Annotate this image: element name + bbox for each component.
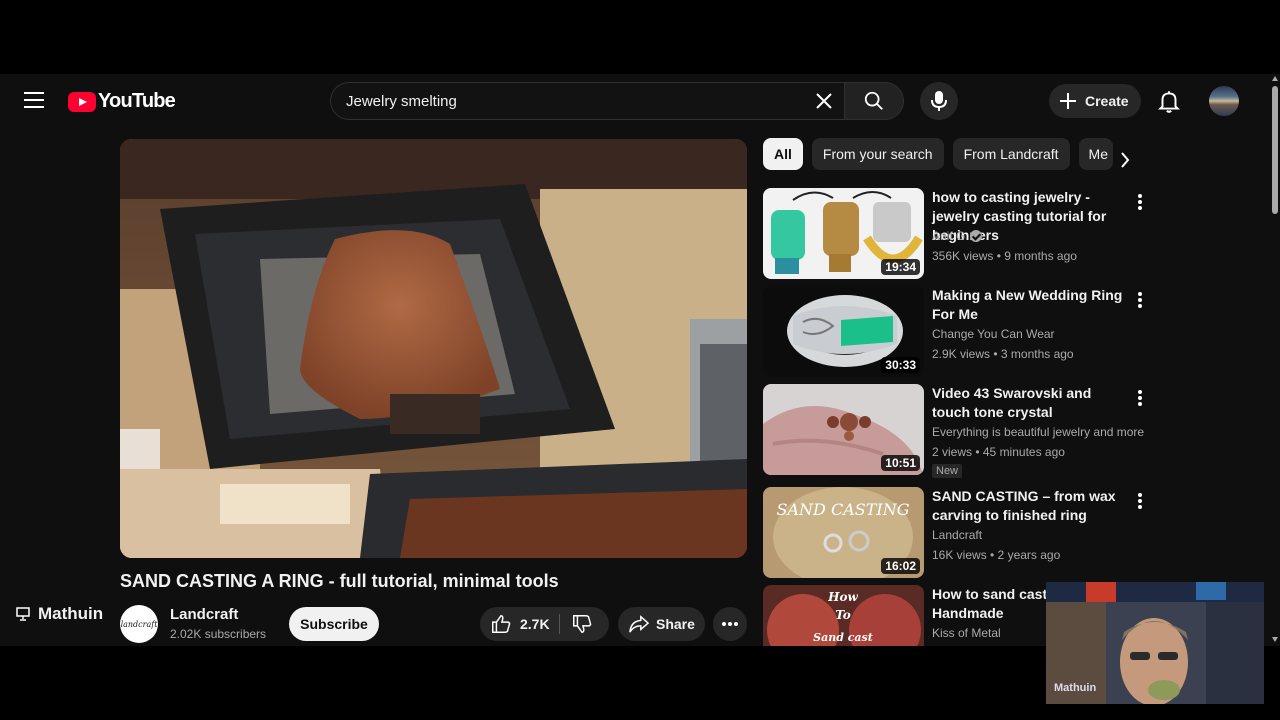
- thumbnail-text: SAND CASTING: [777, 500, 910, 519]
- menu-icon[interactable]: [24, 92, 44, 108]
- search-query[interactable]: Jewelry smelting: [346, 93, 457, 110]
- webcam-overlay: Mathuin: [1046, 582, 1264, 704]
- recommendation-channel[interactable]: Kiss of Metal: [932, 626, 1001, 640]
- recommendation-item[interactable]: 19:34 how to casting jewelry - jewelry c…: [763, 188, 1143, 280]
- chip-from-landcraft[interactable]: From Landcraft: [952, 138, 1070, 170]
- create-button[interactable]: Create: [1049, 84, 1141, 118]
- thumbs-down-icon: [573, 615, 592, 633]
- video-duration: 19:34: [881, 259, 920, 275]
- streamer-name-overlay: Mathuin: [16, 604, 103, 624]
- subscribe-button[interactable]: Subscribe: [289, 607, 379, 641]
- youtube-logo[interactable]: YouTube: [68, 90, 176, 113]
- video-thumbnail[interactable]: 19:34: [763, 188, 924, 279]
- like-count: 2.7K: [520, 616, 550, 632]
- top-header: YouTube Jewelry smelting Create: [0, 74, 1270, 128]
- clear-search-icon[interactable]: [812, 89, 836, 113]
- video-frame: [120, 139, 747, 558]
- create-label: Create: [1085, 93, 1129, 109]
- search-button[interactable]: [844, 82, 904, 120]
- share-icon: [629, 615, 650, 633]
- video-duration: 30:33: [881, 357, 920, 373]
- video-thumbnail[interactable]: 30:33: [763, 286, 924, 377]
- channel-label: Change You Can Wear: [932, 327, 1055, 341]
- video-thumbnail[interactable]: 10:51: [763, 384, 924, 475]
- thumbnail-text-2: To: [835, 608, 851, 622]
- monitor-icon: [16, 607, 30, 621]
- share-label: Share: [656, 616, 695, 632]
- video-duration: 10:51: [881, 455, 920, 471]
- thumbs-up-icon: [492, 615, 511, 633]
- recommendation-channel[interactable]: Landcraft: [932, 528, 982, 542]
- notifications-bell-icon[interactable]: [1156, 88, 1182, 114]
- search-input[interactable]: Jewelry smelting: [330, 82, 844, 120]
- scroll-down-icon[interactable]: [1272, 637, 1278, 642]
- video-title: SAND CASTING A RING - full tutorial, min…: [120, 571, 559, 591]
- scroll-up-icon[interactable]: [1272, 76, 1278, 81]
- dislike-button[interactable]: [566, 612, 602, 636]
- chip-more[interactable]: Me: [1078, 138, 1113, 170]
- account-avatar[interactable]: [1209, 86, 1239, 116]
- more-horizontal-icon: [722, 622, 738, 626]
- search-icon: [864, 91, 883, 110]
- scrollbar-thumb[interactable]: [1272, 86, 1278, 214]
- microphone-icon: [931, 91, 947, 111]
- recommendation-channel[interactable]: Anif G: [932, 229, 983, 243]
- more-vertical-icon[interactable]: [1132, 388, 1148, 408]
- youtube-play-icon: [68, 91, 96, 112]
- youtube-app: YouTube Jewelry smelting Create SAND CAS…: [0, 74, 1270, 646]
- thumbnail-text-1: How: [827, 590, 858, 604]
- recommendation-channel[interactable]: Change You Can Wear: [932, 327, 1055, 341]
- thumbnail-text-3: Sand cast: [813, 631, 873, 644]
- recommendation-item[interactable]: 30:33 Making a New Wedding Ring For Me C…: [763, 286, 1143, 378]
- video-duration: 16:02: [881, 558, 920, 574]
- video-thumbnail[interactable]: How To Sand cast: [763, 585, 924, 646]
- more-vertical-icon[interactable]: [1132, 491, 1148, 511]
- recommendation-title[interactable]: SAND CASTING – from wax carving to finis…: [932, 487, 1128, 525]
- new-badge: New: [932, 464, 963, 478]
- channel-label: Anif G: [932, 229, 966, 243]
- plus-icon: [1060, 93, 1076, 109]
- recommendation-title[interactable]: Video 43 Swarovski and touch tone crysta…: [932, 384, 1128, 422]
- thumbnail-image: How To Sand cast: [763, 585, 924, 646]
- more-vertical-icon[interactable]: [1132, 290, 1148, 310]
- recommendation-meta: 356K views • 9 months ago: [932, 249, 1077, 263]
- divider: [559, 614, 560, 634]
- subscriber-count: 2.02K subscribers: [170, 627, 267, 641]
- like-dislike-group: 2.7K: [480, 607, 609, 641]
- channel-name[interactable]: Landcraft: [170, 606, 238, 623]
- voice-search-button[interactable]: [920, 82, 958, 120]
- chip-all[interactable]: All: [763, 138, 803, 170]
- share-button[interactable]: Share: [618, 607, 705, 641]
- recommendation-channel[interactable]: Everything is beautiful jewelry and more: [932, 425, 1144, 439]
- streamer-name: Mathuin: [38, 604, 104, 623]
- channel-label: Everything is beautiful jewelry and more: [932, 425, 1145, 439]
- logo-text: YouTube: [98, 90, 176, 112]
- recommendation-meta: 2.9K views • 3 months ago: [932, 347, 1074, 361]
- recommendation-meta: 16K views • 2 years ago: [932, 548, 1061, 562]
- video-player[interactable]: [120, 139, 747, 558]
- verified-check-icon: [970, 230, 983, 242]
- recommendation-meta: 2 views • 45 minutes ago: [932, 445, 1065, 459]
- filter-chips: All From your search From Landcraft Me: [763, 138, 1122, 170]
- more-actions-button[interactable]: [713, 607, 747, 641]
- chip-from-your-search[interactable]: From your search: [811, 138, 944, 170]
- recommendation-title[interactable]: Making a New Wedding Ring For Me: [932, 286, 1128, 324]
- webcam-label: Mathuin: [1054, 682, 1097, 694]
- recommendation-item[interactable]: SAND CASTING 16:02 SAND CASTING – from w…: [763, 487, 1143, 579]
- video-thumbnail[interactable]: SAND CASTING 16:02: [763, 487, 924, 578]
- channel-label: Kiss of Metal: [932, 626, 1001, 640]
- channel-avatar[interactable]: landcraft: [120, 605, 158, 643]
- more-vertical-icon[interactable]: [1132, 192, 1148, 212]
- channel-label: Landcraft: [932, 528, 983, 542]
- recommendation-item[interactable]: 10:51 Video 43 Swarovski and touch tone …: [763, 384, 1144, 478]
- chevron-right-icon[interactable]: [1110, 145, 1140, 175]
- page-scrollbar[interactable]: [1270, 74, 1280, 646]
- like-button[interactable]: 2.7K: [480, 607, 560, 641]
